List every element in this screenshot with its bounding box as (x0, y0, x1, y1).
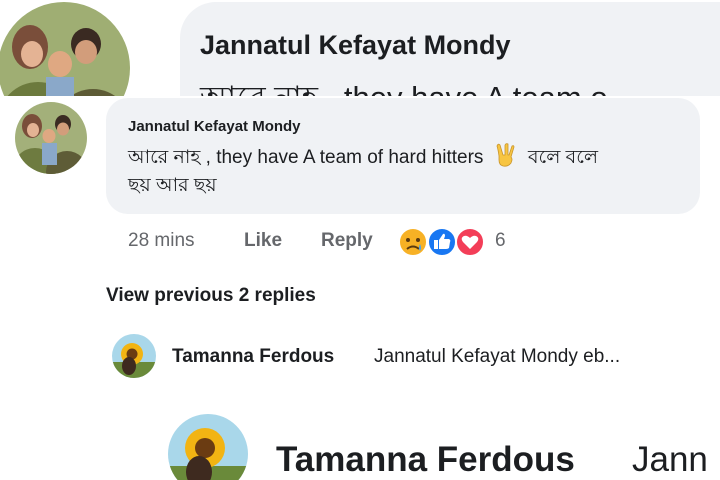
comment-timestamp[interactable]: 28 mins (128, 230, 195, 252)
reply-author[interactable]: Tamanna Ferdous (276, 440, 575, 480)
avatar[interactable] (15, 102, 87, 174)
view-previous-replies-link[interactable]: View previous 2 replies (106, 285, 316, 307)
like-react-icon (427, 227, 457, 257)
avatar[interactable] (112, 334, 156, 378)
reaction-count[interactable]: 6 (495, 230, 506, 252)
reaction-summary[interactable] (396, 226, 492, 258)
comment-text-line1-end: বলে বলে (527, 147, 598, 168)
reply-item[interactable]: Tamanna Ferdous Jannatul Kefayat Mondy e… (0, 328, 720, 388)
reply-button[interactable]: Reply (321, 230, 373, 252)
avatar[interactable] (168, 414, 248, 480)
comment-author[interactable]: Jannatul Kefayat Mondy (128, 118, 301, 135)
victory-hand-icon (496, 143, 515, 167)
like-button[interactable]: Like (244, 230, 282, 252)
comment-text-line2: ছয় আর ছয় (128, 175, 217, 196)
comment-text: আরে নাহ , they have A team of hard hitte… (128, 143, 668, 200)
comment-text-line1: আরে নাহ , they have A team of hard hitte… (128, 147, 484, 168)
sad-react-icon (398, 227, 428, 257)
reply-text-preview: Jann (632, 440, 708, 479)
comment-text: আরে নাহ , they have A team o (200, 74, 608, 96)
zoomed-reply: Tamanna Ferdous Jann (0, 400, 720, 480)
comment-actions: 28 mins Like Reply 6 (0, 227, 720, 260)
love-react-icon (455, 227, 485, 257)
reply-text-preview[interactable]: Jannatul Kefayat Mondy eb... (374, 346, 620, 368)
reply-thread-line (112, 322, 114, 323)
comment-author[interactable]: Jannatul Kefayat Mondy (200, 30, 511, 61)
avatar[interactable] (0, 2, 130, 96)
reply-author[interactable]: Tamanna Ferdous (172, 346, 334, 368)
zoomed-comment-header: Jannatul Kefayat Mondy আরে নাহ , they ha… (0, 0, 720, 96)
